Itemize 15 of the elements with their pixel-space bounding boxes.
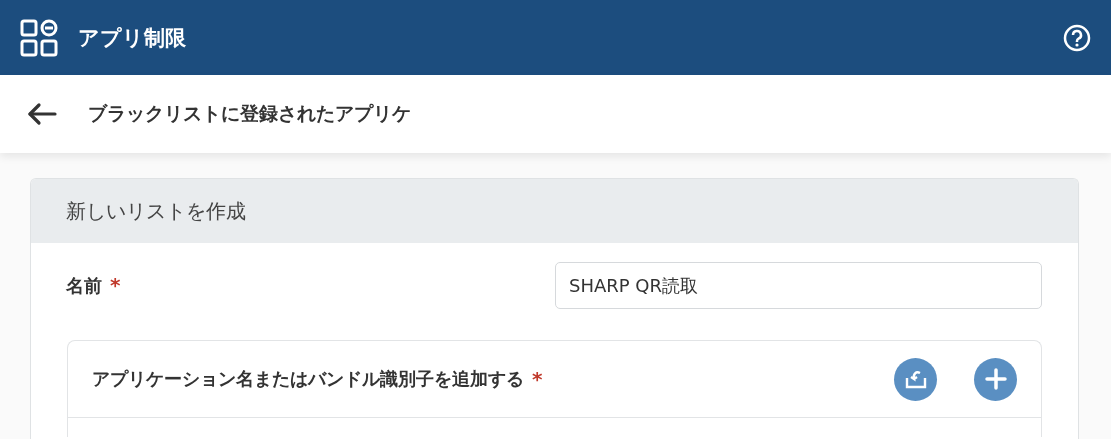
page-title: ブラックリストに登録されたアプリケ xyxy=(88,101,411,126)
import-button[interactable] xyxy=(894,357,937,401)
help-icon[interactable] xyxy=(1063,23,1091,52)
required-mark: * xyxy=(532,367,543,391)
name-field[interactable]: SHARP QR読取 xyxy=(555,262,1042,309)
required-mark: * xyxy=(110,273,121,297)
section-title: アプリケーション名またはバンドル識別子を追加する xyxy=(92,367,524,391)
back-arrow-icon[interactable] xyxy=(26,102,58,126)
app-title: アプリ制限 xyxy=(78,24,187,52)
add-button[interactable] xyxy=(974,357,1017,401)
apps-icon xyxy=(20,18,58,57)
card-title: 新しいリストを作成 xyxy=(66,197,246,225)
import-icon xyxy=(904,369,927,389)
plus-icon xyxy=(984,368,1007,390)
field-label: 名前 xyxy=(66,275,102,296)
